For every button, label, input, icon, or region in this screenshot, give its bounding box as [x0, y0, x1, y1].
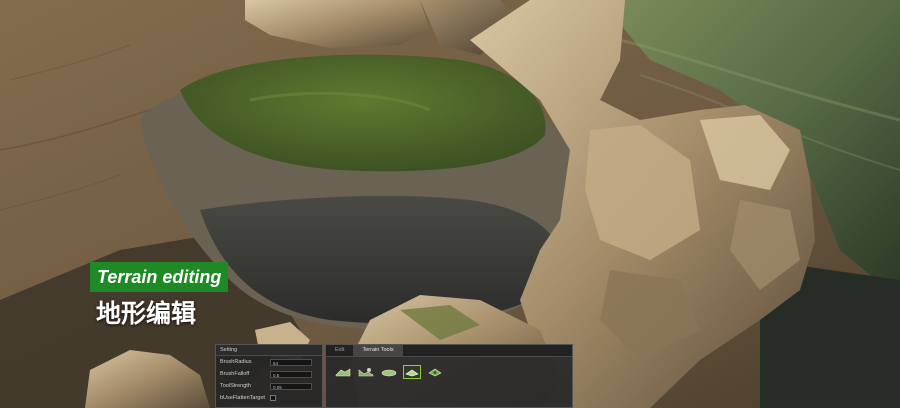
- settings-header: Setting: [216, 345, 322, 356]
- property-row-brush-radius: BrushRadius 64: [216, 356, 322, 368]
- caption-title-cn: 地形编辑: [96, 299, 197, 328]
- tab-terrain-tools[interactable]: Terrain Tools: [353, 345, 403, 356]
- property-label: ToolStrength: [220, 383, 251, 389]
- property-label: BrushRadius: [220, 359, 252, 365]
- tools-panel: Edit Terrain Tools: [325, 344, 573, 408]
- flatten-button[interactable]: [403, 365, 421, 379]
- sculpt-raise-button[interactable]: [334, 365, 352, 379]
- caption-title-en: Terrain editing: [90, 262, 229, 292]
- property-label: bUseFlattenTarget: [220, 395, 265, 401]
- sculpt-raise-icon: [335, 368, 351, 377]
- tool-palette: [326, 357, 572, 379]
- smooth-button[interactable]: [380, 365, 398, 379]
- tools-tab-bar: Edit Terrain Tools: [326, 345, 572, 357]
- tool-strength-input[interactable]: 0.05: [270, 382, 312, 390]
- property-row-tool-strength: ToolStrength 0.05: [216, 380, 322, 392]
- sculpt-lower-icon: [358, 368, 374, 377]
- sculpt-lower-button[interactable]: [357, 365, 375, 379]
- smooth-icon: [381, 369, 397, 377]
- tab-edit[interactable]: Edit: [326, 345, 353, 356]
- property-row-use-flatten-target: bUseFlattenTarget: [216, 392, 322, 404]
- brush-falloff-input[interactable]: 0.5: [270, 370, 312, 378]
- flatten-icon: [405, 369, 419, 377]
- paint-icon: [428, 368, 442, 377]
- property-row-brush-falloff: BrushFalloff 0.5: [216, 368, 322, 380]
- use-flatten-target-checkbox[interactable]: [270, 395, 276, 401]
- property-label: BrushFalloff: [220, 371, 250, 377]
- brush-radius-input[interactable]: 64: [270, 358, 312, 366]
- settings-panel: Setting BrushRadius 64 BrushFalloff 0.5 …: [215, 344, 323, 408]
- paint-button[interactable]: [426, 365, 444, 379]
